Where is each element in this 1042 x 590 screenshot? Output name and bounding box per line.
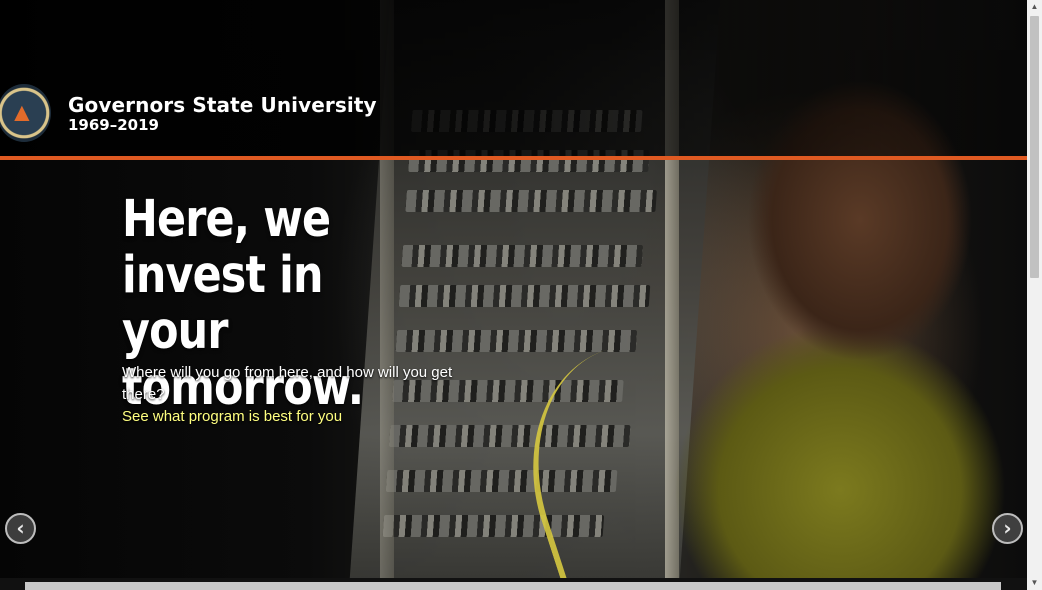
- site-logo[interactable]: Governors State University 1969–2019: [68, 93, 377, 134]
- carousel-progress-bar: [25, 582, 1001, 590]
- top-bar: [0, 0, 1027, 50]
- carousel-next-button[interactable]: ›: [992, 513, 1023, 544]
- seal-emblem-icon: ▲: [9, 97, 35, 127]
- program-finder-link[interactable]: See what program is best for you: [122, 406, 342, 428]
- university-name: Governors State University: [68, 93, 377, 117]
- chevron-right-icon: ›: [1003, 516, 1012, 540]
- anniversary-years: 1969–2019: [68, 116, 159, 134]
- header-divider: [0, 156, 1027, 160]
- hero-subtext: Where will you go from here, and how wil…: [122, 364, 453, 403]
- scrollbar-thumb[interactable]: [1030, 16, 1039, 278]
- browser-viewport: ▲ Governors State University 1969–2019 H…: [0, 0, 1027, 590]
- scroll-down-arrow-icon[interactable]: ▼: [1027, 576, 1042, 590]
- scroll-up-arrow-icon[interactable]: ▲: [1027, 0, 1042, 14]
- carousel-prev-button[interactable]: ‹: [5, 513, 36, 544]
- chevron-left-icon: ‹: [16, 516, 25, 540]
- vertical-scrollbar[interactable]: ▲ ▼: [1027, 0, 1042, 590]
